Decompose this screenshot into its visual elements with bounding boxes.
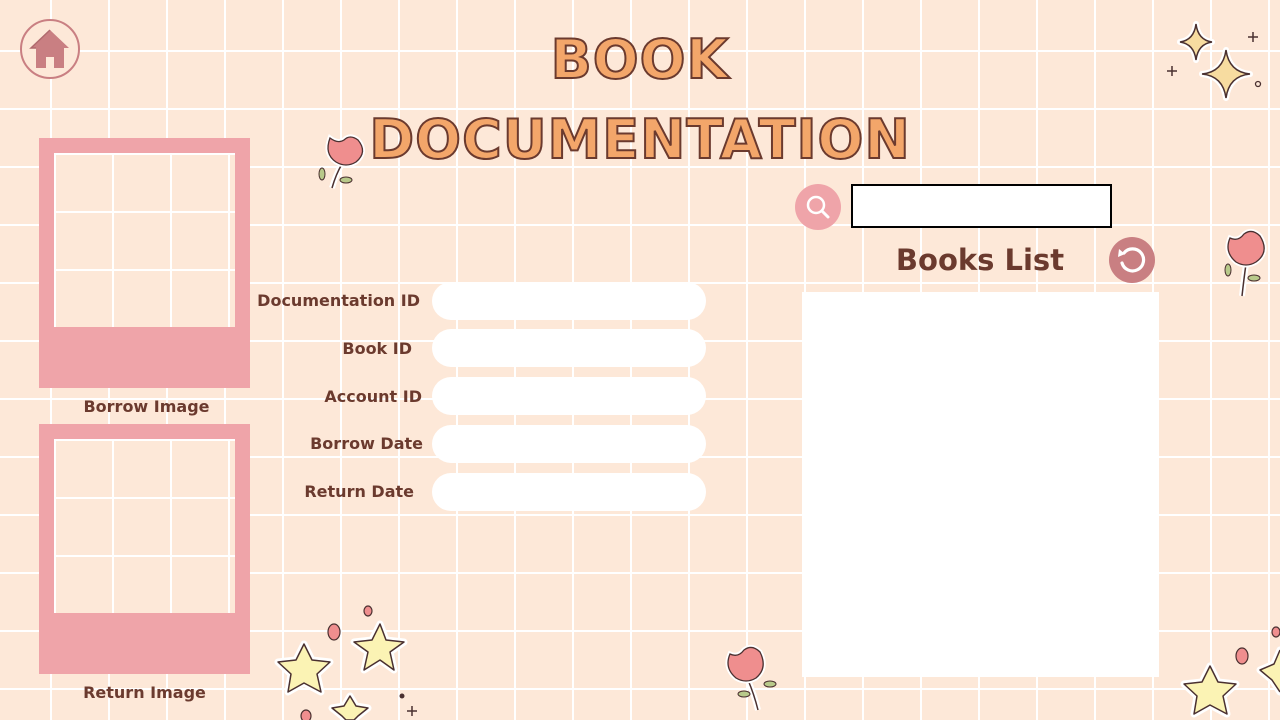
flower-icon bbox=[318, 133, 365, 189]
documentation-id-label: Documentation ID bbox=[257, 291, 420, 310]
return-image-frame[interactable] bbox=[39, 424, 250, 674]
home-icon bbox=[29, 29, 69, 68]
search-icon bbox=[806, 195, 830, 219]
return-image-label: Return Image bbox=[83, 683, 206, 702]
search-input[interactable] bbox=[851, 184, 1112, 228]
page-title: BOOK DOCUMENTATION bbox=[368, 27, 911, 172]
account-id-input[interactable] bbox=[432, 377, 706, 415]
sparkle-icon bbox=[1167, 21, 1262, 101]
return-date-label: Return Date bbox=[304, 482, 414, 501]
account-id-label: Account ID bbox=[324, 387, 422, 406]
star-icon bbox=[1180, 626, 1280, 718]
flower-icon bbox=[725, 644, 777, 711]
return-date-input[interactable] bbox=[432, 473, 706, 511]
books-list-title: Books List bbox=[895, 243, 1065, 277]
search-button[interactable] bbox=[795, 184, 841, 230]
books-list[interactable] bbox=[802, 292, 1159, 677]
star-icon bbox=[274, 605, 417, 720]
book-id-input[interactable] bbox=[432, 329, 706, 367]
borrow-date-label: Borrow Date bbox=[310, 434, 423, 453]
borrow-date-input[interactable] bbox=[432, 425, 706, 463]
flower-icon bbox=[1224, 228, 1267, 297]
refresh-button[interactable] bbox=[1109, 237, 1155, 283]
borrow-image-frame[interactable] bbox=[39, 138, 250, 388]
borrow-image-label: Borrow Image bbox=[83, 397, 210, 416]
home-button[interactable] bbox=[20, 19, 80, 79]
documentation-id-input[interactable] bbox=[432, 282, 706, 320]
refresh-icon bbox=[1118, 247, 1146, 273]
book-id-label: Book ID bbox=[342, 339, 412, 358]
